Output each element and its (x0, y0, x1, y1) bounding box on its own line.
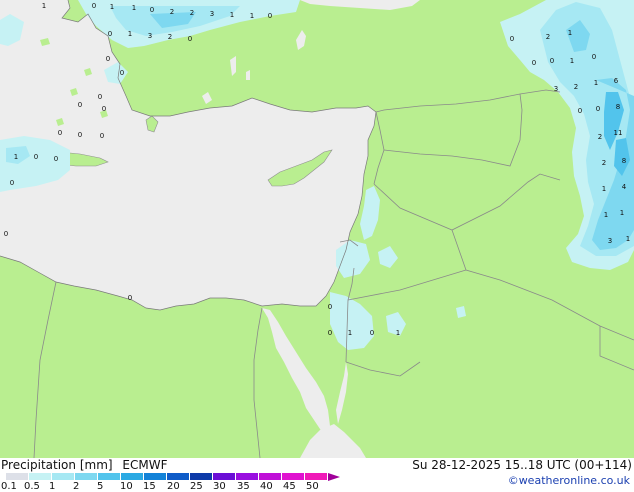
precip-value-label: 1 (250, 12, 254, 20)
precip-value-label: 0 (328, 329, 332, 337)
precip-value-label: 0 (10, 179, 14, 187)
precip-value-label: 8 (622, 157, 626, 165)
precipitation-map: 1 0 1 1 0 2 2 3 1 1 00 1 3 2 00000 00 0 01 0 000000 1 0 10 2 10 0… (0, 0, 634, 458)
precip-value-label: 3 (210, 10, 214, 18)
precip-value-label: 0 (120, 69, 124, 77)
precip-value-label: 1 (396, 329, 400, 337)
precip-value-label: 0 (98, 93, 102, 101)
precip-value-label: 3 (554, 85, 558, 93)
colorbar-tick-label: 40 (260, 481, 273, 492)
precip-value-label: 0 (78, 131, 82, 139)
colorbar-swatch (213, 473, 236, 480)
precip-value-label: 1 (626, 235, 630, 243)
precip-value-label: 0 (150, 6, 154, 14)
precip-value-label: 0 (128, 294, 132, 302)
precip-value-label: 0 (578, 107, 582, 115)
precip-value-label: 0 (108, 30, 112, 38)
precip-value-label: 0 (532, 59, 536, 67)
precip-value-label: 2 (602, 159, 606, 167)
precip-value-label: 1 (568, 29, 572, 37)
precip-value-label: 1 (14, 153, 18, 161)
precip-value-label: 0 (188, 35, 192, 43)
precip-value-label: 0 (328, 303, 332, 311)
precip-value-label: 1 (604, 211, 608, 219)
model-name: ECMWF (122, 458, 168, 472)
precip-value-label: 8 (616, 103, 620, 111)
precip-value-label: 0 (510, 35, 514, 43)
precip-value-label: 2 (170, 8, 174, 16)
colorbar-tick-label: 10 (120, 481, 133, 492)
precip-value-label: 0 (78, 101, 82, 109)
precip-value-label: 0 (92, 2, 96, 10)
precipitation-colorbar (6, 472, 340, 481)
colorbar-swatch (144, 473, 167, 480)
colorbar-tick-label: 20 (167, 481, 180, 492)
precip-value-label: 0 (58, 129, 62, 137)
precip-value-label: 0 (100, 132, 104, 140)
colorbar-tick-label: 45 (283, 481, 296, 492)
product-title: Precipitation [mm] (1, 458, 113, 472)
precip-value-label: 1 (110, 3, 114, 11)
colorbar-swatch (6, 473, 29, 480)
colorbar-swatch (236, 473, 259, 480)
colorbar-swatch (282, 473, 305, 480)
colorbar-swatch (52, 473, 75, 480)
precip-value-label: 1 (594, 79, 598, 87)
colorbar-tick-label: 1 (49, 481, 56, 492)
precip-value-label: 2 (598, 133, 602, 141)
map-title: Precipitation [mm] ECMWF (1, 458, 173, 472)
colorbar-tick-label: 35 (237, 481, 250, 492)
precip-value-label: 6 (614, 77, 619, 85)
credit-link[interactable]: ©weatheronline.co.uk (508, 474, 630, 487)
precip-value-label: 1 (42, 2, 46, 10)
precip-value-label: 2 (190, 9, 194, 17)
precip-value-label: 0 (370, 329, 374, 337)
precip-value-label: 1 (128, 30, 132, 38)
precip-value-label: 1 (620, 209, 624, 217)
colorbar-tick-label: 0.1 (1, 481, 17, 492)
colorbar-tick-label: 50 (306, 481, 319, 492)
colorbar-swatch (167, 473, 190, 480)
precip-value-label: 2 (574, 83, 578, 91)
precip-value-label: 1 (230, 11, 234, 19)
colorbar-swatch (121, 473, 144, 480)
precip-value-label: 1 (570, 57, 574, 65)
precip-value-label: 0 (106, 55, 110, 63)
precip-value-label: 3 (148, 32, 152, 40)
colorbar-tick-label: 25 (190, 481, 203, 492)
map-footer: Precipitation [mm] ECMWF Su 28-12-2025 1… (0, 458, 634, 492)
precip-value-label: 1 (602, 185, 606, 193)
precip-value-label: 2 (546, 33, 550, 41)
precip-value-label: 4 (622, 183, 627, 191)
precip-value-label: 0 (596, 105, 600, 113)
colorbar-tick-label: 5 (97, 481, 104, 492)
precip-value-label: 2 (168, 33, 172, 41)
colorbar-swatch (98, 473, 121, 480)
colorbar-tick-label: 2 (73, 481, 80, 492)
colorbar-swatch (190, 473, 213, 480)
precip-value-label: 0 (54, 155, 58, 163)
colorbar-swatch (259, 473, 282, 480)
precip-value-label: 3 (608, 237, 612, 245)
colorbar-arrow (328, 472, 340, 481)
precip-value-label: 0 (4, 230, 8, 238)
precip-value-label: 0 (34, 153, 38, 161)
precip-value-label: 0 (102, 105, 106, 113)
colorbar-tick-label: 15 (143, 481, 156, 492)
precip-value-label: 11 (614, 129, 623, 137)
colorbar-swatch (305, 473, 328, 480)
precip-value-label: 0 (268, 12, 272, 20)
valid-time: Su 28-12-2025 15..18 UTC (00+114) (412, 458, 632, 472)
colorbar-tick-label: 30 (213, 481, 226, 492)
precip-value-label: 1 (348, 329, 352, 337)
colorbar-swatch (75, 473, 98, 480)
colorbar-tick-label: 0.5 (24, 481, 40, 492)
precip-value-label: 1 (132, 4, 136, 12)
precip-value-label: 0 (592, 53, 596, 61)
colorbar-swatch (29, 473, 52, 480)
precip-value-label: 0 (550, 57, 554, 65)
